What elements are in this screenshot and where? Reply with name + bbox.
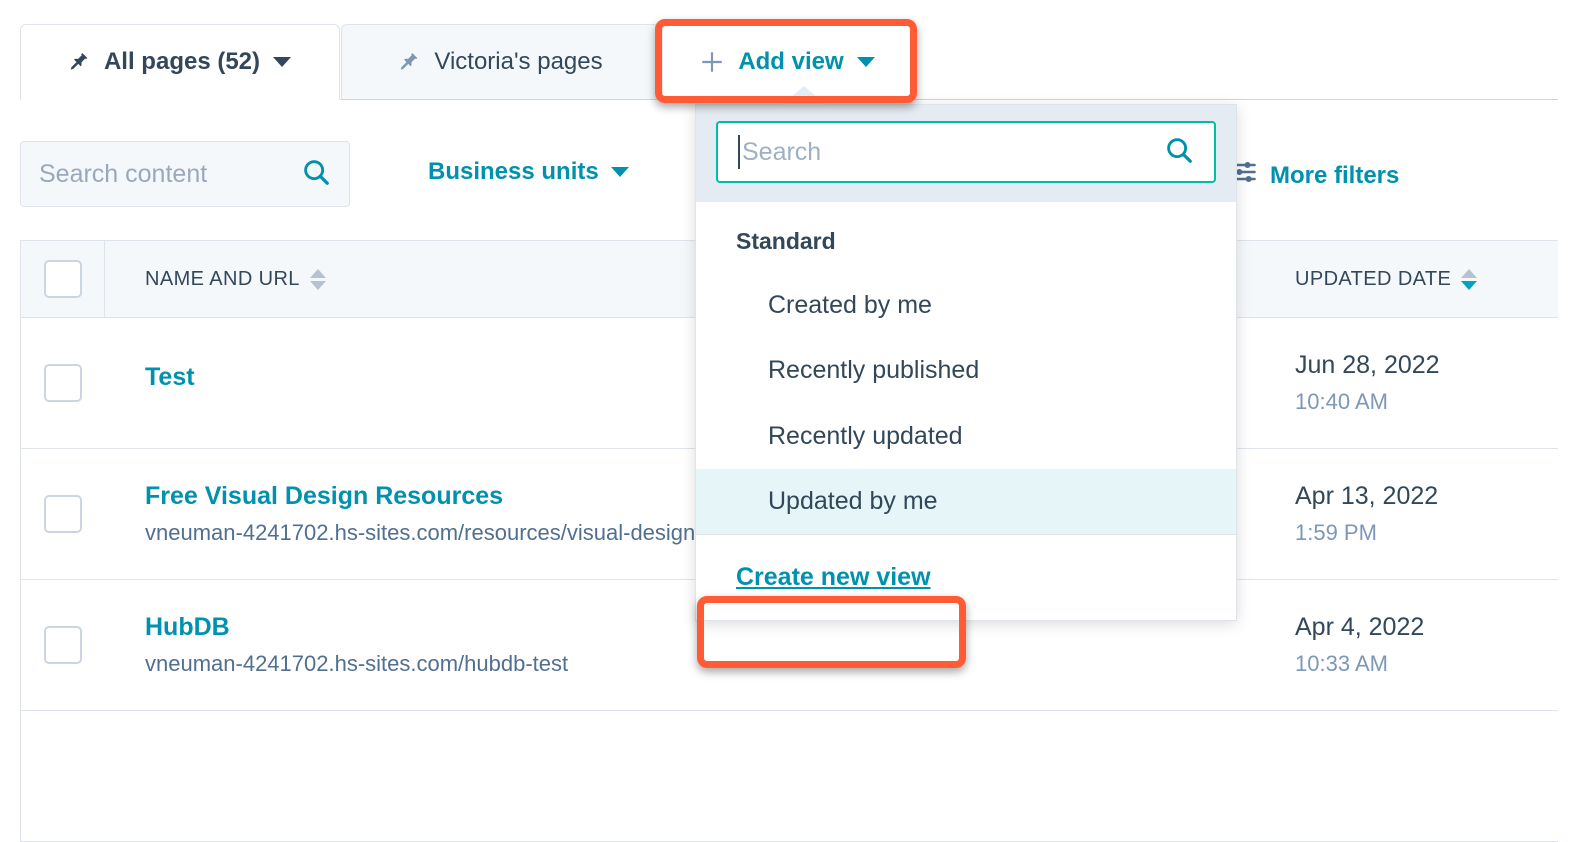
row-checkbox[interactable] [44, 364, 82, 402]
row-updated-cell: Jun 28, 2022 10:40 AM [1268, 318, 1558, 448]
dropdown-search-placeholder: Search [742, 137, 822, 166]
updated-date: Apr 13, 2022 [1295, 481, 1439, 510]
table-row-partial[interactable] [21, 711, 1558, 842]
column-header-name-label: NAME AND URL [145, 267, 300, 290]
tab-all-pages[interactable]: All pages (52) [20, 24, 340, 100]
search-icon[interactable] [301, 157, 331, 192]
dropdown-search-area: Search [696, 105, 1236, 202]
sort-descending-icon [1461, 280, 1478, 290]
row-updated-cell: Apr 13, 2022 1:59 PM [1268, 449, 1558, 579]
chevron-down-icon[interactable] [273, 57, 292, 67]
tab-victorias-pages[interactable]: Victoria's pages [341, 24, 661, 100]
sort-icon[interactable] [1461, 268, 1478, 290]
row-select-cell [21, 449, 105, 579]
dropdown-search-input[interactable]: Search [716, 121, 1216, 183]
updated-time: 10:40 AM [1295, 389, 1388, 415]
dropdown-footer: Create new view [696, 534, 1236, 620]
search-content-placeholder: Search content [39, 159, 208, 188]
dropdown-pointer-arrow [782, 86, 826, 105]
dropdown-item-recently-published[interactable]: Recently published [696, 338, 1236, 403]
search-content-input[interactable]: Search content [20, 141, 350, 207]
dropdown-item-recently-updated[interactable]: Recently updated [696, 404, 1236, 469]
updated-time: 10:33 AM [1295, 651, 1388, 677]
row-checkbox[interactable] [44, 495, 82, 533]
row-select-cell [21, 711, 105, 841]
sort-ascending-icon [1461, 268, 1478, 278]
row-checkbox[interactable] [44, 626, 82, 664]
select-all-cell [21, 241, 105, 317]
sort-ascending-icon [309, 268, 326, 278]
dropdown-item-updated-by-me[interactable]: Updated by me [696, 468, 1236, 534]
tab-all-pages-label: All pages (52) [103, 48, 261, 75]
add-view-dropdown: Search Standard Created by me Recently p… [695, 104, 1237, 621]
row-updated-cell [1268, 711, 1558, 841]
updated-date: Apr 4, 2022 [1295, 612, 1425, 641]
business-units-label: Business units [428, 158, 599, 185]
more-filters-button[interactable]: More filters [1230, 158, 1399, 193]
row-updated-cell: Apr 4, 2022 10:33 AM [1268, 580, 1558, 710]
chevron-down-icon[interactable] [856, 57, 875, 67]
row-name-cell [105, 711, 1268, 841]
create-new-view-link[interactable]: Create new view [736, 563, 931, 592]
select-all-checkbox[interactable] [43, 260, 82, 298]
chevron-down-icon [610, 167, 629, 177]
tab-victorias-pages-label: Victoria's pages [434, 48, 603, 75]
updated-date: Jun 28, 2022 [1295, 350, 1440, 379]
dropdown-group-label: Standard [736, 228, 836, 254]
more-filters-label: More filters [1270, 161, 1400, 189]
search-icon[interactable] [1164, 135, 1194, 170]
plus-icon [699, 49, 725, 75]
business-units-filter[interactable]: Business units [428, 158, 629, 186]
dropdown-item-created-by-me[interactable]: Created by me [696, 273, 1236, 338]
sort-descending-icon [309, 280, 326, 290]
text-cursor [738, 135, 740, 169]
sort-icon[interactable] [309, 268, 326, 290]
column-header-updated-date[interactable]: UPDATED DATE [1268, 241, 1558, 317]
pin-icon [399, 51, 421, 73]
row-select-cell [21, 580, 105, 710]
row-select-cell [21, 318, 105, 448]
page-url: vneuman-4241702.hs-sites.com/hubdb-test [145, 651, 569, 677]
column-header-updated-date-label: UPDATED DATE [1295, 267, 1452, 290]
view-tab-bar: All pages (52) Victoria's pages Add view [0, 0, 1578, 100]
tab-add-view-label: Add view [738, 48, 844, 75]
pin-icon [69, 51, 91, 73]
updated-time: 1:59 PM [1295, 520, 1377, 546]
